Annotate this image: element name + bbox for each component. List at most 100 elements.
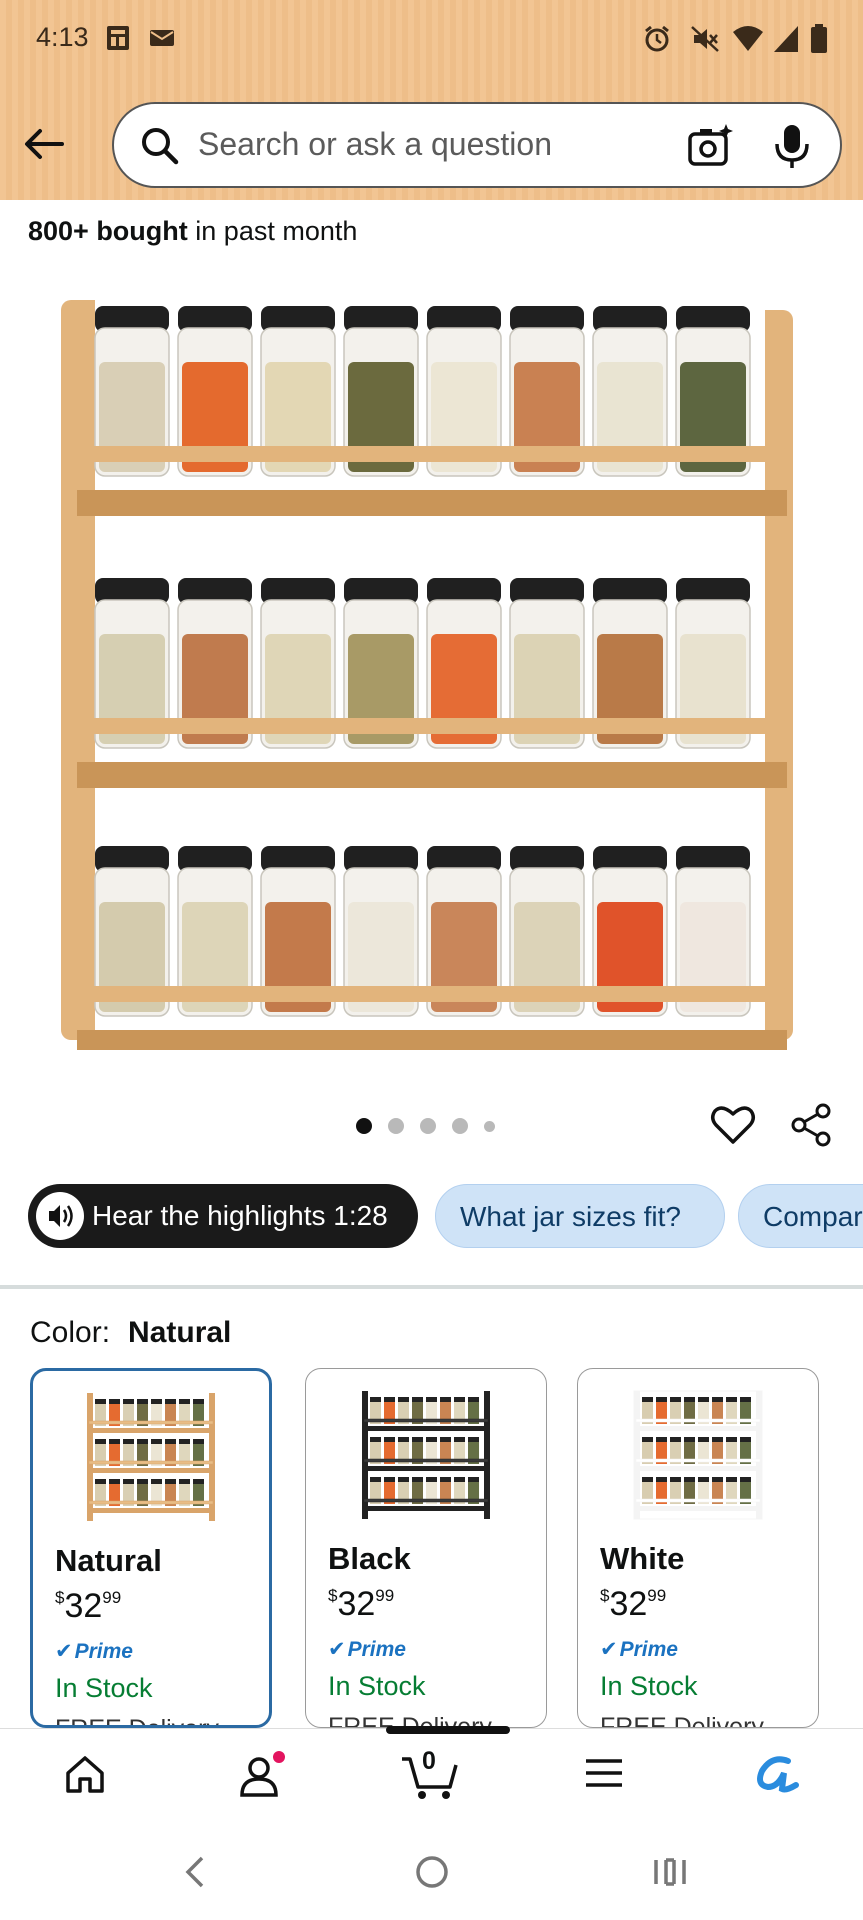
- rack-shelf: [77, 1030, 787, 1056]
- thumb-jar-lid: [684, 1477, 695, 1482]
- thumb-jar-lid: [151, 1479, 162, 1484]
- selected-color: Natural: [128, 1316, 232, 1349]
- thumb-shelf: [636, 1426, 760, 1431]
- thumb-jar-lid: [398, 1437, 409, 1442]
- stock-status: In Stock: [328, 1671, 426, 1701]
- prime-check-icon: ✔: [600, 1638, 618, 1661]
- rack-rail: [77, 986, 787, 1002]
- hear-highlights-button[interactable]: Hear the highlights 1:28: [28, 1184, 418, 1248]
- alarm-icon: [642, 24, 672, 59]
- thumb-jar-lid: [698, 1477, 709, 1482]
- variant-price: $3299: [600, 1585, 667, 1623]
- thumb-jar-lid: [370, 1437, 381, 1442]
- thumb-jar-lid: [740, 1397, 751, 1402]
- hear-highlights-label: Hear the highlights 1:28: [92, 1200, 388, 1231]
- thumb-jar-lid: [684, 1437, 695, 1442]
- thumb-jar-lid: [698, 1397, 709, 1402]
- thumb-jar-lid: [468, 1437, 479, 1442]
- thumb-jar-lid: [123, 1479, 134, 1484]
- variant-name: White: [600, 1541, 685, 1576]
- thumb-jar-lid: [193, 1479, 204, 1484]
- bought-count: 800+ bought in past month: [28, 216, 358, 246]
- carousel-dots: [356, 1118, 495, 1134]
- product-image[interactable]: [55, 270, 805, 1056]
- system-recents-icon[interactable]: [650, 1852, 690, 1897]
- variant-thumbnail: [362, 1391, 490, 1519]
- microphone-icon[interactable]: [770, 122, 814, 175]
- thumb-jar-lid: [165, 1439, 176, 1444]
- delivery-info: FREE Delivery: [600, 1713, 764, 1728]
- carousel-dot[interactable]: [420, 1118, 436, 1134]
- thumb-rail: [363, 1498, 489, 1503]
- carousel-dot[interactable]: [484, 1120, 495, 1132]
- thumb-shelf: [364, 1506, 488, 1511]
- color-option-natural[interactable]: Natural $3299 ✔Prime In Stock FREE Deliv…: [30, 1368, 272, 1728]
- thumb-jar-lid: [384, 1477, 395, 1482]
- question-chip-label: What jar sizes fit?: [460, 1201, 681, 1232]
- thumb-jar-lid: [740, 1477, 751, 1482]
- question-chip-compare[interactable]: Compar: [738, 1184, 863, 1248]
- search-bar[interactable]: Search or ask a question: [112, 102, 842, 188]
- thumb-jar-lid: [726, 1437, 737, 1442]
- thumb-jar-lid: [454, 1397, 465, 1402]
- thumb-rail: [635, 1458, 761, 1463]
- question-chip-jar-sizes[interactable]: What jar sizes fit?: [435, 1184, 725, 1248]
- color-option-black[interactable]: Black $3299 ✔ Prime In Stock FREE Deliver…: [305, 1368, 547, 1728]
- delivery-info: FREE Delivery: [55, 1715, 219, 1725]
- thumb-jar-lid: [151, 1439, 162, 1444]
- thumb-jar-lid: [412, 1477, 423, 1482]
- thumb-shelf: [636, 1466, 760, 1471]
- signal-icon: [772, 24, 800, 59]
- thumb-jar-lid: [384, 1397, 395, 1402]
- thumb-jar-lid: [712, 1397, 723, 1402]
- account-icon[interactable]: [236, 1751, 286, 1806]
- thumb-jar-lid: [384, 1437, 395, 1442]
- bottom-sheet-handle[interactable]: [386, 1726, 510, 1734]
- prime-badge: ✔ Prime: [328, 1637, 406, 1662]
- thumb-jar-lid: [454, 1477, 465, 1482]
- notification-dot: [273, 1751, 285, 1763]
- back-arrow-icon[interactable]: [18, 118, 70, 170]
- thumb-jar-lid: [95, 1399, 106, 1404]
- thumb-jar-lid: [179, 1479, 190, 1484]
- thumb-jar-lid: [440, 1477, 451, 1482]
- thumb-jar-lid: [123, 1439, 134, 1444]
- rack-shelf: [77, 490, 787, 516]
- thumb-jar-lid: [109, 1399, 120, 1404]
- stock-status: In Stock: [600, 1671, 698, 1701]
- thumb-jar-lid: [370, 1397, 381, 1402]
- carousel-dot-active[interactable]: [356, 1118, 372, 1134]
- thumb-jar-lid: [193, 1399, 204, 1404]
- stock-status: In Stock: [55, 1673, 153, 1703]
- share-icon[interactable]: [788, 1102, 834, 1153]
- thumb-jar-lid: [95, 1439, 106, 1444]
- thumb-jar-lid: [109, 1439, 120, 1444]
- thumb-shelf: [364, 1426, 488, 1431]
- app-header: 4:13 Search or ask a question: [0, 0, 863, 200]
- thumb-rail: [635, 1498, 761, 1503]
- thumb-rail: [88, 1500, 214, 1505]
- menu-icon[interactable]: [582, 1751, 626, 1800]
- rufus-assistant-icon[interactable]: [752, 1751, 802, 1802]
- thumb-jar-lid: [398, 1477, 409, 1482]
- carousel-dot[interactable]: [388, 1118, 404, 1134]
- home-icon[interactable]: [62, 1751, 108, 1802]
- heart-icon[interactable]: [710, 1102, 756, 1153]
- thumb-jar-lid: [426, 1437, 437, 1442]
- question-chips: Hear the highlights 1:28 What jar sizes …: [28, 1184, 863, 1248]
- thumb-shelf: [364, 1466, 488, 1471]
- thumb-jar-lid: [656, 1437, 667, 1442]
- cart-icon[interactable]: 0: [400, 1747, 462, 1806]
- thumb-jar-lid: [642, 1397, 653, 1402]
- prime-check-icon: ✔: [328, 1638, 346, 1661]
- camera-search-icon[interactable]: [686, 122, 734, 175]
- carousel-dot[interactable]: [452, 1118, 468, 1134]
- color-option-white[interactable]: White $3299 ✔ Prime In Stock FREE Deliver…: [577, 1368, 819, 1728]
- thumb-jar-lid: [165, 1399, 176, 1404]
- thumb-jar-lid: [151, 1399, 162, 1404]
- thumb-jar-lid: [698, 1437, 709, 1442]
- system-back-icon[interactable]: [178, 1852, 210, 1897]
- system-home-icon[interactable]: [412, 1852, 452, 1897]
- thumb-shelf: [89, 1468, 213, 1473]
- prime-badge: ✔ Prime: [55, 1639, 133, 1664]
